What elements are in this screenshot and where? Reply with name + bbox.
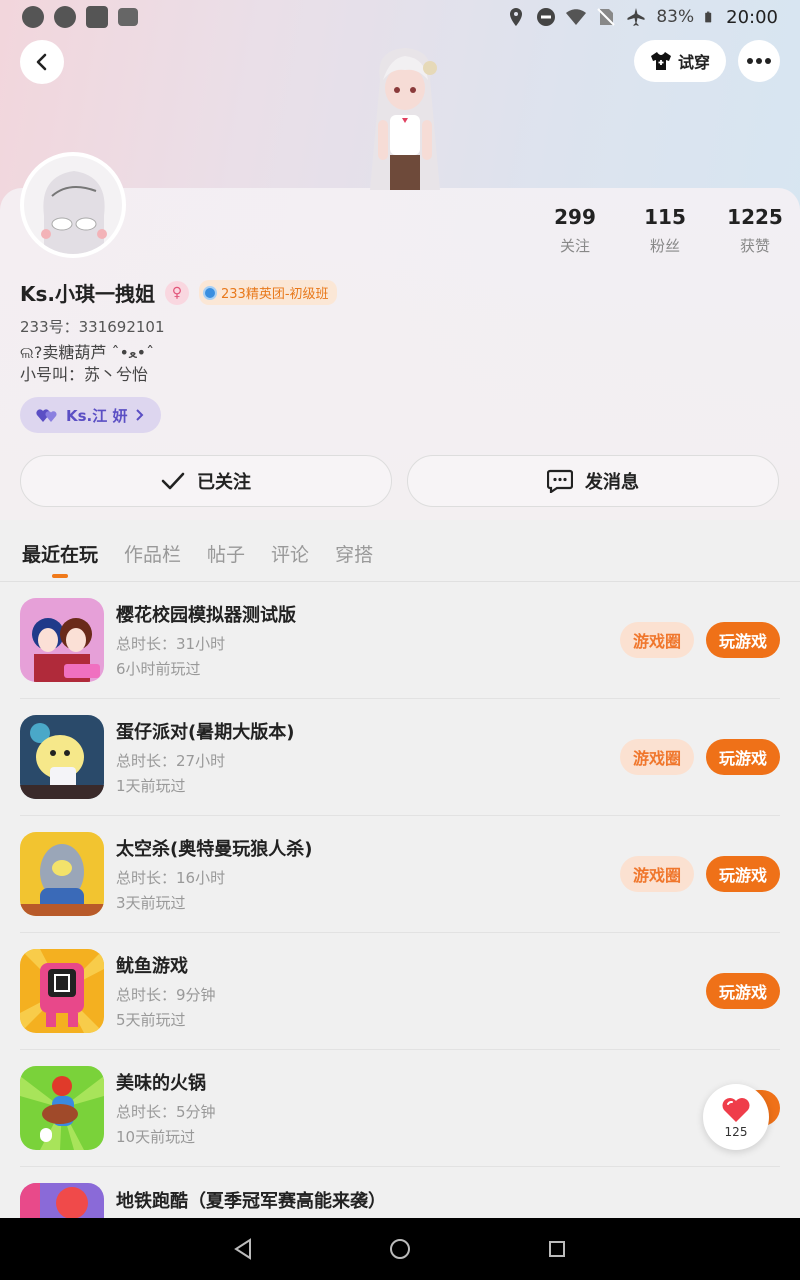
tshirt-icon [650,52,671,70]
relationship-chip[interactable]: Ks.江 妍 [20,397,162,433]
stat-value: 1225 [727,205,783,229]
stat-likes[interactable]: 1225 获赞 [710,205,800,256]
game-list: 樱花校园模拟器测试版 总时长：31小时 6小时前玩过 游戏圈 玩游戏 蛋仔派对(… [0,582,800,1280]
clock: 20:00 [726,6,778,28]
stat-value: 115 [644,205,686,229]
sakura-school-icon [20,598,104,682]
game-info: 美味的火锅 总时长：5分钟 10天前玩过 [116,1069,780,1147]
nav-home-icon[interactable] [389,1238,411,1260]
followed-label: 已关注 [197,472,251,493]
play-game-button[interactable]: 玩游戏 [706,739,780,775]
stat-fans[interactable]: 115 粉丝 [620,205,710,256]
elite-badge[interactable]: 233精英团-初级班 [199,280,337,305]
game-circle-button[interactable]: 游戏圈 [620,622,694,658]
profile-stats: 299 关注 115 粉丝 1225 获赞 [530,205,800,256]
list-item[interactable]: 樱花校园模拟器测试版 总时长：31小时 6小时前玩过 游戏圈 玩游戏 [20,582,780,699]
no-sim-icon [597,8,616,26]
send-message-button[interactable]: 发消息 [407,455,779,507]
stat-label: 关注 [559,237,590,255]
chevron-left-icon [36,53,47,71]
game-title: 鱿鱼游戏 [116,956,188,977]
heart-icon [722,1097,750,1122]
stat-label: 粉丝 [649,237,680,255]
game-title: 美味的火锅 [116,1073,206,1094]
stat-following[interactable]: 299 关注 [530,205,620,256]
user-bio: ଲ?卖糖葫芦 ˆ•ﻌ•ˆ 小号叫：苏丶兮怡 [20,343,155,384]
game-last-played: 6小时前玩过 [116,660,201,678]
avatar-image [24,156,122,254]
notification-icon [22,6,44,28]
game-circle-button[interactable]: 游戏圈 [620,856,694,892]
eggy-party-icon [20,715,104,799]
username: Ks.小琪一拽姐 [20,282,155,306]
character-avatar-image [370,48,440,190]
airplane-icon [627,8,645,26]
nav-recents-icon[interactable] [547,1239,567,1259]
double-heart-icon [36,409,57,422]
squid-game-icon [20,949,104,1033]
more-options-button[interactable] [738,40,780,82]
notification-icon [54,6,76,28]
list-item[interactable]: 蛋仔派对(暑期大版本) 总时长：27小时 1天前玩过 游戏圈 玩游戏 [20,699,780,816]
game-last-played: 10天前玩过 [116,1128,196,1146]
battery-icon [705,11,712,23]
game-title: 地铁跑酷（夏季冠军赛高能来袭） [116,1191,386,1212]
game-last-played: 5天前玩过 [116,1011,186,1029]
space-kill-icon [20,832,104,916]
try-on-button[interactable]: 试穿 [634,40,726,82]
play-game-button[interactable]: 玩游戏 [706,622,780,658]
chevron-right-icon [136,409,144,421]
back-button[interactable] [20,40,64,84]
game-last-played: 1天前玩过 [116,777,186,795]
play-game-button[interactable]: 玩游戏 [706,973,780,1009]
name-row: Ks.小琪一拽姐 ♀ 233精英团-初级班 [20,278,337,307]
system-nav-bar [0,1218,800,1280]
battery-percent: 83% [656,7,695,27]
game-duration: 总时长：9分钟 [116,986,216,1004]
dnd-icon [537,8,556,26]
relationship-label: Ks.江 妍 [66,406,128,425]
stat-value: 299 [554,205,596,229]
stat-label: 获赞 [739,237,770,255]
wifi-icon [566,9,587,25]
game-info: 地铁跑酷（夏季冠军赛高能来袭） [116,1187,780,1213]
badge-label: 233精英团-初级班 [221,287,329,302]
image-notification-icon [118,8,138,26]
hotpot-icon [20,1066,104,1150]
game-last-played: 3天前玩过 [116,894,186,912]
tab-outfits[interactable]: 穿搭 [335,540,373,581]
status-bar: 83% 20:00 [0,0,800,34]
list-item[interactable]: 美味的火锅 总时长：5分钟 10天前玩过 [20,1050,780,1167]
avatar[interactable] [20,152,126,258]
profile-tabs: 最近在玩 作品栏 帖子 评论 穿搭 [0,522,800,582]
content-panel: 最近在玩 作品栏 帖子 评论 穿搭 樱花校园模拟器测试版 总时长：31小时 6小… [0,522,800,1267]
chat-bubble-icon [547,469,573,493]
list-item[interactable]: 太空杀(奥特曼玩狼人杀) 总时长：16小时 3天前玩过 游戏圈 玩游戏 [20,816,780,933]
more-dots-icon [747,58,771,64]
list-item[interactable]: 鱿鱼游戏 总时长：9分钟 5天前玩过 玩游戏 [20,933,780,1050]
try-on-label: 试穿 [677,53,710,72]
badge-icon [203,285,217,300]
like-float-button[interactable]: 125 [703,1084,769,1150]
nav-back-icon[interactable] [233,1238,253,1260]
play-game-button[interactable]: 玩游戏 [706,856,780,892]
tab-posts[interactable]: 帖子 [207,540,245,581]
game-info: 鱿鱼游戏 总时长：9分钟 5天前玩过 [116,952,780,1030]
check-icon [161,472,185,490]
location-icon [510,8,523,26]
tab-comments[interactable]: 评论 [271,540,309,581]
app-notification-icon [86,6,108,28]
female-gender-icon: ♀ [165,280,189,305]
tab-recently-played[interactable]: 最近在玩 [22,540,98,581]
tab-works[interactable]: 作品栏 [124,540,181,581]
game-circle-button[interactable]: 游戏圈 [620,739,694,775]
game-duration: 总时长：5分钟 [116,1103,216,1121]
followed-button[interactable]: 已关注 [20,455,392,507]
user-id: 233号：331692101 [20,318,165,336]
send-message-label: 发消息 [585,472,639,493]
like-count: 125 [724,1124,748,1139]
